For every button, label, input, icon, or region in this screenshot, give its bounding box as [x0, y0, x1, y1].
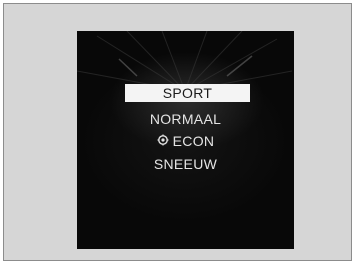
econ-leaf-icon — [157, 132, 169, 150]
menu-item-label: SPORT — [162, 85, 213, 101]
menu-item-normaal[interactable]: NORMAAL — [77, 110, 294, 128]
menu-item-label: NORMAAL — [149, 111, 222, 127]
menu-item-econ[interactable]: ECON — [77, 132, 294, 150]
display-screen: SPORT NORMAAL ECON SNEEUW — [77, 31, 294, 249]
menu-item-sneeuw[interactable]: SNEEUW — [77, 155, 294, 173]
menu-item-label: ECON — [172, 133, 215, 149]
menu-item-sport[interactable]: SPORT — [125, 84, 250, 102]
figure-frame: SPORT NORMAAL ECON SNEEUW — [3, 3, 352, 261]
menu-item-label: SNEEUW — [153, 156, 218, 172]
